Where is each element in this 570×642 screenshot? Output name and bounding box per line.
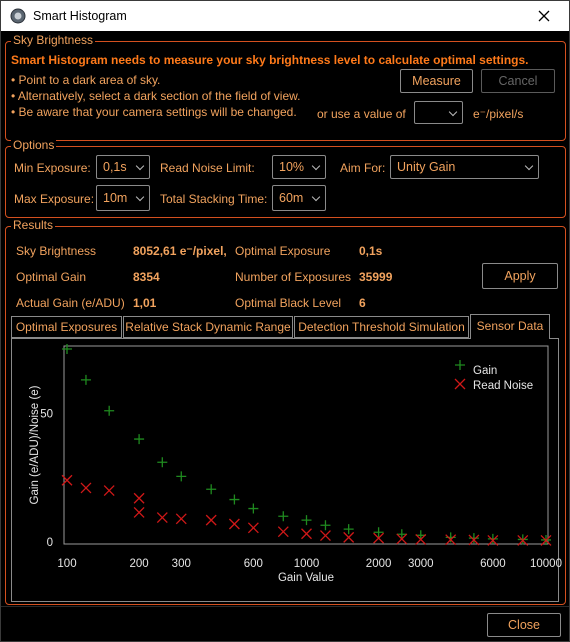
x-tick-label: 200: [130, 558, 149, 570]
y-axis-label: Gain (e/ADU)/Noise (e): [29, 385, 41, 504]
x-tick-label: 300: [172, 558, 191, 570]
tab-sensor-data[interactable]: Sensor Data: [470, 314, 550, 339]
smart-histogram-window: Smart Histogram Sky Brightness Smart His…: [0, 0, 570, 642]
close-button[interactable]: Close: [487, 613, 561, 637]
y-tick-labels: 0 50: [40, 408, 53, 549]
x-tick-labels: 100 200 300 600 1000 2000 3000 6000 10000: [57, 558, 562, 570]
x-tick-label: 100: [57, 558, 76, 570]
y-tick-label: 0: [47, 537, 53, 549]
x-tick-label: 10000: [530, 558, 562, 570]
x-tick-label: 1000: [294, 558, 320, 570]
legend-gain-label: Gain: [473, 365, 497, 377]
x-tick-label: 2000: [366, 558, 392, 570]
x-tick-label: 3000: [408, 558, 434, 570]
x-axis-label: Gain Value: [278, 572, 334, 584]
y-tick-label: 50: [40, 408, 53, 420]
x-tick-label: 600: [244, 558, 263, 570]
legend-read-noise-label: Read Noise: [473, 380, 533, 392]
x-tick-label: 6000: [480, 558, 506, 570]
footer-divider: [1, 606, 569, 607]
